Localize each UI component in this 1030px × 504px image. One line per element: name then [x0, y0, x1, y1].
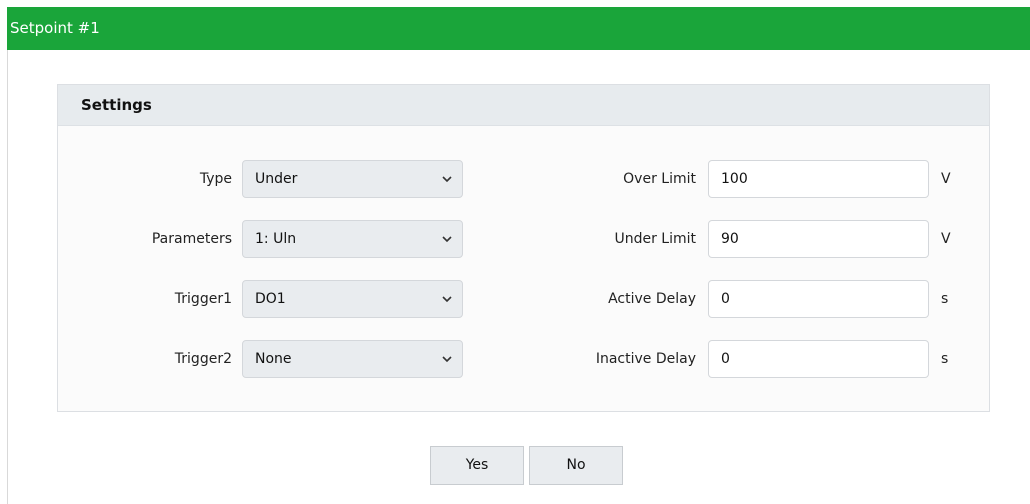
inactive-delay-unit: s	[941, 351, 949, 367]
over-limit-unit: V	[941, 171, 951, 187]
over-limit-label: Over Limit	[623, 171, 696, 187]
yes-button[interactable]: Yes	[430, 446, 524, 485]
no-button[interactable]: No	[529, 446, 623, 485]
trigger2-select-value: None	[255, 351, 292, 367]
trigger1-select-value: DO1	[255, 291, 286, 307]
type-select-value: Under	[255, 171, 298, 187]
under-limit-label: Under Limit	[614, 231, 696, 247]
setpoint-dialog: Setpoint #1 Settings Type Under Over Lim…	[0, 0, 1030, 504]
parameters-select-value: 1: Uln	[255, 231, 297, 247]
parameters-label: Parameters	[151, 231, 232, 247]
settings-panel: Settings Type Under Over Limit 100 V Par…	[57, 84, 990, 412]
chevron-down-icon	[442, 296, 452, 303]
chevron-down-icon	[442, 356, 452, 363]
settings-row-parameters: Parameters 1: Uln Under Limit 90 V	[58, 220, 989, 258]
trigger1-select[interactable]: DO1	[242, 280, 463, 318]
dialog-left-border	[7, 50, 8, 504]
under-limit-input[interactable]: 90	[708, 220, 929, 258]
active-delay-label: Active Delay	[608, 291, 696, 307]
active-delay-input[interactable]: 0	[708, 280, 929, 318]
inactive-delay-label: Inactive Delay	[595, 351, 696, 367]
chevron-down-icon	[442, 236, 452, 243]
inactive-delay-input[interactable]: 0	[708, 340, 929, 378]
type-select[interactable]: Under	[242, 160, 463, 198]
window-title: Setpoint #1	[7, 7, 1030, 50]
under-limit-unit: V	[941, 231, 951, 247]
chevron-down-icon	[442, 176, 452, 183]
type-label: Type	[199, 171, 232, 187]
settings-row-trigger2: Trigger2 None Inactive Delay 0 s	[58, 340, 989, 378]
active-delay-unit: s	[941, 291, 949, 307]
settings-row-trigger1: Trigger1 DO1 Active Delay 0 s	[58, 280, 989, 318]
over-limit-input[interactable]: 100	[708, 160, 929, 198]
trigger1-label: Trigger1	[174, 291, 232, 307]
parameters-select[interactable]: 1: Uln	[242, 220, 463, 258]
settings-panel-title: Settings	[58, 85, 989, 126]
trigger2-label: Trigger2	[174, 351, 232, 367]
trigger2-select[interactable]: None	[242, 340, 463, 378]
settings-row-type: Type Under Over Limit 100 V	[58, 160, 989, 198]
